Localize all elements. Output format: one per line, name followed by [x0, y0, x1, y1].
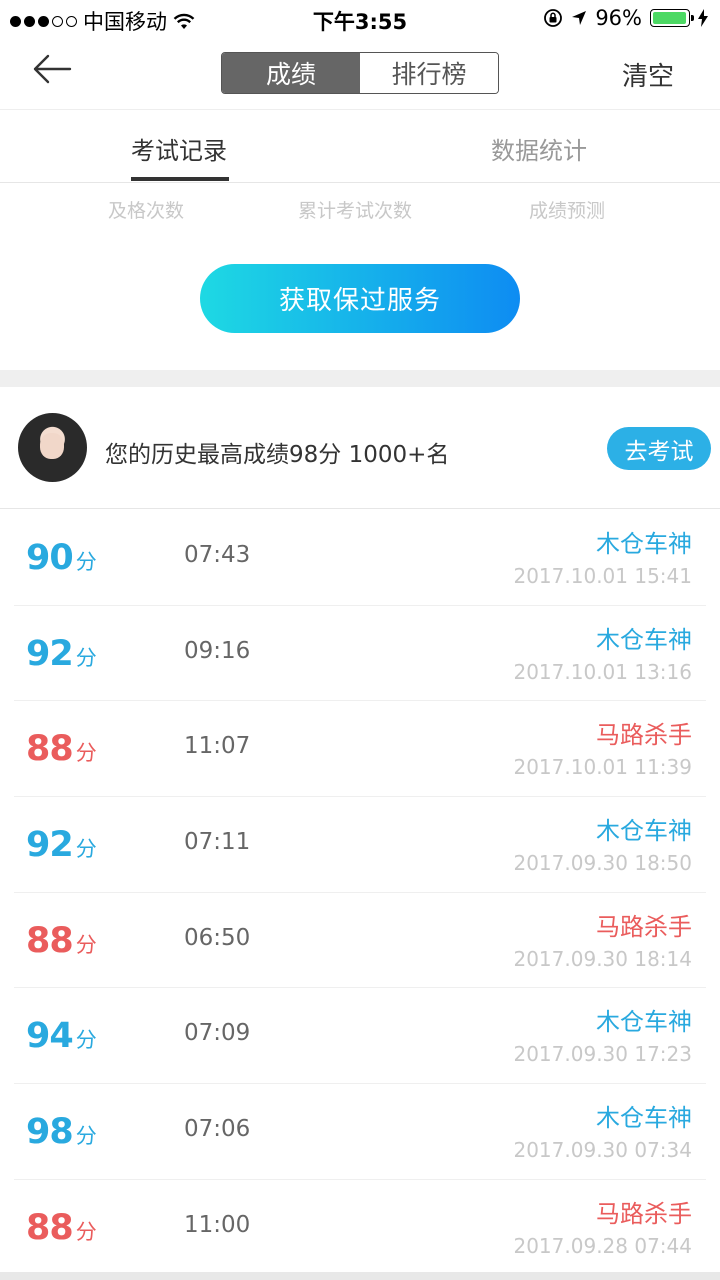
record-score: 88 分	[26, 921, 97, 961]
segment-ranking[interactable]: 排行榜	[360, 53, 498, 93]
exam-record-row[interactable]: 94 分 07:09 木仓车神 2017.09.30 17:23	[0, 988, 720, 1084]
record-date: 2017.09.30 18:50	[513, 851, 692, 876]
record-score-unit: 分	[75, 932, 97, 957]
record-date: 2017.10.01 11:39	[513, 755, 692, 780]
tab-exam-records[interactable]: 考试记录	[131, 131, 227, 166]
go-exam-button[interactable]: 去考试	[607, 427, 711, 470]
rotation-lock-icon	[544, 9, 563, 27]
record-score-value: 88	[26, 729, 74, 770]
record-score-value: 88	[26, 1207, 74, 1248]
record-score-unit: 分	[75, 550, 97, 574]
record-title: 木仓车神	[596, 625, 692, 654]
record-title: 木仓车神	[596, 530, 692, 558]
sub-tabs: 考试记录 数据统计	[0, 111, 720, 183]
record-score-value: 92	[26, 633, 74, 674]
get-guarantee-service-button[interactable]: 获取保过服务	[200, 264, 520, 333]
segment-scores[interactable]: 成绩	[222, 53, 360, 93]
record-score: 98 分	[26, 1112, 97, 1152]
exam-record-row[interactable]: 92 分 09:16 木仓车神 2017.10.01 13:16	[0, 606, 720, 702]
tab-indicator	[131, 177, 229, 181]
exam-record-row[interactable]: 98 分 07:06 木仓车神 2017.09.30 07:34	[0, 1084, 720, 1180]
record-title: 木仓车神	[596, 817, 692, 846]
back-arrow-icon	[33, 54, 72, 84]
record-date: 2017.09.30 18:14	[513, 946, 692, 971]
clear-button[interactable]: 清空	[622, 56, 674, 93]
record-score-unit: 分	[75, 645, 97, 670]
exam-record-row[interactable]: 88 分 06:50 马路杀手 2017.09.30 18:14	[0, 893, 720, 989]
record-date: 2017.10.01 15:41	[513, 564, 692, 588]
stat-total-exams-label: 累计考试次数	[298, 200, 413, 222]
record-score-value: 88	[26, 920, 74, 961]
record-title: 木仓车神	[596, 1008, 692, 1037]
record-date: 2017.09.30 17:23	[513, 1042, 692, 1067]
record-duration: 07:11	[184, 829, 251, 856]
record-score-value: 98	[26, 1112, 74, 1153]
record-score-unit: 分	[75, 1028, 97, 1053]
wifi-icon	[173, 13, 195, 29]
record-title: 马路杀手	[596, 1199, 692, 1228]
record-score: 92 分	[26, 634, 97, 674]
stat-pass-count-label: 及格次数	[108, 200, 185, 222]
record-duration: 11:00	[184, 1211, 251, 1238]
record-title: 木仓车神	[596, 1104, 692, 1133]
exam-record-row[interactable]: 88 分 11:07 马路杀手 2017.10.01 11:39	[0, 701, 720, 797]
location-arrow-icon	[572, 11, 587, 25]
stat-prediction-label: 成绩预测	[529, 200, 606, 222]
bottom-edge	[0, 1272, 720, 1280]
record-duration: 07:43	[184, 542, 251, 568]
avatar[interactable]	[18, 413, 87, 482]
record-score-unit: 分	[75, 741, 97, 766]
record-date: 2017.10.01 13:16	[513, 659, 692, 684]
record-score-unit: 分	[75, 1124, 97, 1149]
record-score: 88 分	[26, 1208, 97, 1248]
charging-bolt-icon	[698, 9, 708, 27]
status-bar: 中国移动 下午3:55 96%	[0, 0, 720, 40]
exam-record-row[interactable]: 92 分 07:11 木仓车神 2017.09.30 18:50	[0, 797, 720, 893]
record-date: 2017.09.30 07:34	[513, 1138, 692, 1163]
record-duration: 07:06	[184, 1116, 251, 1143]
record-title: 马路杀手	[596, 721, 692, 750]
record-duration: 11:07	[184, 733, 251, 760]
record-score-value: 94	[26, 1016, 74, 1057]
record-duration: 07:09	[184, 1020, 251, 1047]
record-duration: 06:50	[184, 924, 251, 951]
best-score-text: 您的历史最高成绩98分 1000+名	[105, 442, 450, 468]
record-score: 90 分	[26, 538, 97, 578]
battery-percent: 96%	[595, 6, 642, 30]
record-score-unit: 分	[75, 837, 97, 862]
record-duration: 09:16	[184, 637, 251, 664]
nav-bar: 成绩 排行榜 清空	[0, 40, 720, 110]
carrier-name: 中国移动	[83, 10, 167, 34]
record-score: 94 分	[26, 1016, 97, 1056]
signal-strength-icon	[10, 15, 77, 27]
record-score: 92 分	[26, 825, 97, 865]
record-score-value: 92	[26, 825, 74, 866]
tab-data-statistics[interactable]: 数据统计	[491, 131, 587, 166]
record-score: 88 分	[26, 729, 97, 769]
record-title: 马路杀手	[596, 912, 692, 941]
record-score-unit: 分	[75, 1219, 97, 1244]
record-date: 2017.09.28 07:44	[513, 1233, 692, 1258]
record-score-value: 90	[26, 538, 74, 578]
exam-record-list: 90 分 07:43 木仓车神 2017.10.01 15:41 92 分 09:16 木仓车神…	[0, 510, 720, 1276]
exam-record-row[interactable]: 90 分 07:43 木仓车神 2017.10.01 15:41	[0, 510, 720, 606]
back-button[interactable]	[32, 52, 76, 92]
exam-record-row[interactable]: 88 分 11:00 马路杀手 2017.09.28 07:44	[0, 1180, 720, 1276]
battery-icon	[650, 9, 694, 27]
segmented-control: 成绩 排行榜	[221, 52, 499, 94]
section-divider	[0, 370, 720, 387]
best-score-row: 您的历史最高成绩98分 1000+名 去考试	[0, 387, 720, 509]
